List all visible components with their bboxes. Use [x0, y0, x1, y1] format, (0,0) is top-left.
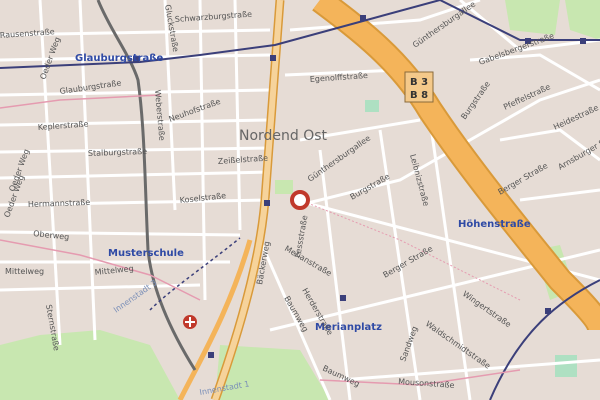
map-svg: B 3 B 8 Nordend Ost Glauburgstraße Muste… — [0, 0, 600, 400]
map-canvas[interactable]: B 3 B 8 Nordend Ost Glauburgstraße Muste… — [0, 0, 600, 400]
station-label-hoehenstrasse[interactable]: Höhenstraße — [458, 219, 531, 230]
location-marker-icon[interactable] — [290, 190, 310, 210]
park-square-2 — [555, 355, 577, 377]
hospital-icon[interactable] — [183, 315, 197, 329]
station-hoehenstrasse-icon[interactable] — [545, 308, 551, 314]
station-icon-3[interactable] — [360, 15, 366, 21]
station-label-musterschule[interactable]: Musterschule — [108, 248, 184, 259]
location-marker-ring — [290, 190, 310, 210]
shield-line-1: B 3 — [410, 77, 428, 88]
station-icon-5[interactable] — [580, 38, 586, 44]
station-icon-2[interactable] — [270, 55, 276, 61]
park-northeast — [505, 0, 560, 35]
station-icon-south[interactable] — [208, 352, 214, 358]
shield-line-2: B 8 — [410, 90, 428, 101]
park-square — [365, 100, 379, 112]
street-label-mittelweg-1: Mittelweg — [5, 267, 44, 276]
road-shield: B 3 B 8 — [404, 71, 434, 103]
park-small — [275, 180, 293, 194]
district-label: Nordend Ost — [239, 128, 328, 144]
station-merianplatz-icon[interactable] — [340, 295, 346, 301]
station-label-glauburgstrasse[interactable]: Glauburgstraße — [75, 53, 163, 64]
station-musterschule-icon[interactable] — [264, 200, 270, 206]
